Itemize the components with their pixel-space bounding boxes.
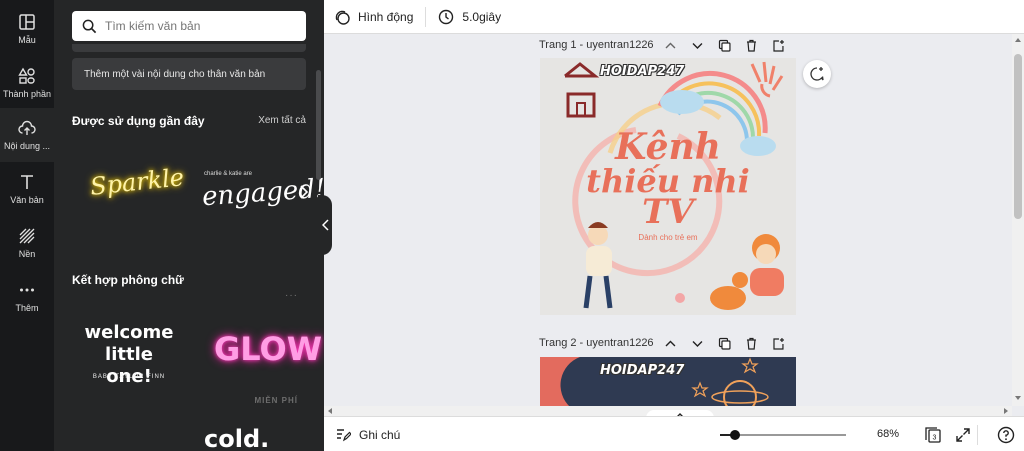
chevron-right-icon[interactable] bbox=[298, 184, 310, 200]
search-input[interactable] bbox=[105, 19, 295, 33]
duration-button[interactable]: 5.0giây bbox=[438, 9, 501, 25]
page-1-canvas[interactable]: HOIDAP247 Kênh thiếu nhi TV Dành cho trẻ… bbox=[540, 58, 796, 315]
text-panel: Thêm một vài nội dung cho thân văn bản Đ… bbox=[54, 0, 324, 451]
page-grid-icon[interactable]: 3 bbox=[924, 426, 942, 444]
duplicate-page-icon[interactable] bbox=[718, 39, 731, 52]
rail-item-elements[interactable]: Thành phần bbox=[0, 56, 54, 110]
help-icon[interactable] bbox=[997, 426, 1015, 444]
combos-section-title: Kết hợp phông chữ bbox=[72, 273, 184, 287]
combo-cold[interactable]: cold. bbox=[204, 425, 269, 451]
duration-label: 5.0giây bbox=[462, 9, 502, 24]
icon-rail: Mẫu Thành phần Nội dung ... Văn bản Nền … bbox=[0, 0, 54, 451]
rail-label: Mẫu bbox=[18, 35, 36, 45]
panel-divider bbox=[72, 44, 306, 52]
combo-welcome-sub: BABY TAYLOR FINN bbox=[92, 374, 166, 380]
recent-text-engaged-caption: charlie & katie are bbox=[204, 171, 253, 177]
zoom-slider-knob[interactable] bbox=[730, 430, 741, 440]
chevron-down-icon[interactable] bbox=[691, 39, 704, 52]
duplicate-page-icon[interactable] bbox=[718, 337, 731, 350]
rail-item-templates[interactable]: Mẫu bbox=[0, 2, 54, 56]
page-count: 3 bbox=[933, 435, 937, 442]
rail-label: Văn bản bbox=[10, 195, 44, 205]
page-1-heading-line3: TV bbox=[642, 192, 694, 232]
background-icon bbox=[19, 228, 35, 244]
top-toolbar: Hình động 5.0giây bbox=[324, 0, 1024, 34]
rail-item-uploads[interactable]: Nội dung ... bbox=[0, 108, 54, 162]
animate-icon bbox=[335, 10, 350, 25]
rail-label: Thêm bbox=[15, 303, 39, 313]
more-dots-icon bbox=[20, 288, 34, 292]
rail-item-more[interactable]: Thêm bbox=[0, 270, 54, 324]
comment-add-icon bbox=[810, 67, 824, 81]
animate-label: Hình động bbox=[358, 9, 414, 24]
page-2-title[interactable]: Trang 2 - uyentran1226 bbox=[539, 337, 664, 349]
panel-scrollbar[interactable] bbox=[316, 70, 321, 180]
chevron-up-icon[interactable] bbox=[664, 337, 677, 350]
notes-icon bbox=[337, 429, 351, 442]
vertical-scroll-thumb[interactable] bbox=[1014, 54, 1022, 219]
add-body-text-button[interactable]: Thêm một vài nội dung cho thân văn bản bbox=[72, 58, 306, 90]
zoom-level[interactable]: 68% bbox=[877, 428, 899, 440]
scroll-left-arrow[interactable] bbox=[328, 408, 332, 414]
recent-text-sparkle[interactable]: Sparkle bbox=[89, 163, 185, 201]
chevron-up-icon[interactable] bbox=[664, 39, 677, 52]
fullscreen-icon[interactable] bbox=[954, 426, 972, 444]
toolbar-divider bbox=[425, 6, 427, 27]
combo-glow[interactable]: GLOW bbox=[214, 330, 322, 368]
page-1-watermark: HOIDAP247 bbox=[600, 64, 685, 79]
search-box[interactable] bbox=[72, 11, 306, 41]
trash-icon[interactable] bbox=[745, 39, 758, 52]
page-1-title[interactable]: Trang 1 - uyentran1226 bbox=[539, 39, 664, 51]
layout-icon bbox=[19, 14, 35, 30]
search-icon bbox=[82, 19, 97, 33]
page-2-header: Trang 2 - uyentran1226 bbox=[539, 333, 799, 353]
collapse-panel-button[interactable] bbox=[318, 195, 332, 255]
page-1-subtitle: Dành cho trẻ em bbox=[638, 233, 698, 242]
chevron-left-icon bbox=[322, 219, 329, 231]
upload-cloud-icon bbox=[18, 120, 36, 135]
bottom-divider bbox=[977, 425, 978, 445]
scroll-down-arrow[interactable] bbox=[1015, 396, 1021, 400]
scroll-up-arrow[interactable] bbox=[1015, 38, 1021, 42]
page-2-watermark: HOIDAP247 bbox=[600, 363, 685, 378]
notes-label: Ghi chú bbox=[359, 427, 401, 442]
animate-button[interactable]: Hình động bbox=[334, 9, 413, 25]
page-2-canvas[interactable]: HOIDAP247 bbox=[540, 357, 796, 407]
trash-icon[interactable] bbox=[745, 337, 758, 350]
rail-label: Nền bbox=[18, 249, 36, 259]
scroll-right-arrow[interactable] bbox=[1004, 408, 1008, 414]
see-all-link[interactable]: Xem tất cả bbox=[258, 115, 306, 126]
add-comment-button[interactable] bbox=[803, 60, 831, 88]
page-1-header: Trang 1 - uyentran1226 bbox=[539, 35, 799, 55]
shapes-icon bbox=[18, 67, 35, 84]
vertical-scrollbar[interactable] bbox=[1012, 34, 1024, 406]
text-icon bbox=[21, 175, 33, 189]
notes-button[interactable]: Ghi chú bbox=[336, 427, 400, 442]
add-page-icon[interactable] bbox=[772, 39, 785, 52]
more-options-icon[interactable]: ··· bbox=[285, 290, 298, 301]
bottom-bar: Ghi chú 68% 3 bbox=[324, 416, 1024, 451]
add-page-icon[interactable] bbox=[772, 337, 785, 350]
free-badge: MIỄN PHÍ bbox=[254, 396, 298, 405]
rail-label: Nội dung ... bbox=[3, 141, 51, 151]
clock-icon bbox=[439, 9, 454, 24]
rail-item-background[interactable]: Nền bbox=[0, 216, 54, 270]
rail-label: Thành phần bbox=[2, 89, 52, 99]
chevron-down-icon[interactable] bbox=[691, 337, 704, 350]
recent-section-title: Được sử dụng gần đây bbox=[72, 114, 205, 128]
rail-item-text[interactable]: Văn bản bbox=[0, 162, 54, 216]
